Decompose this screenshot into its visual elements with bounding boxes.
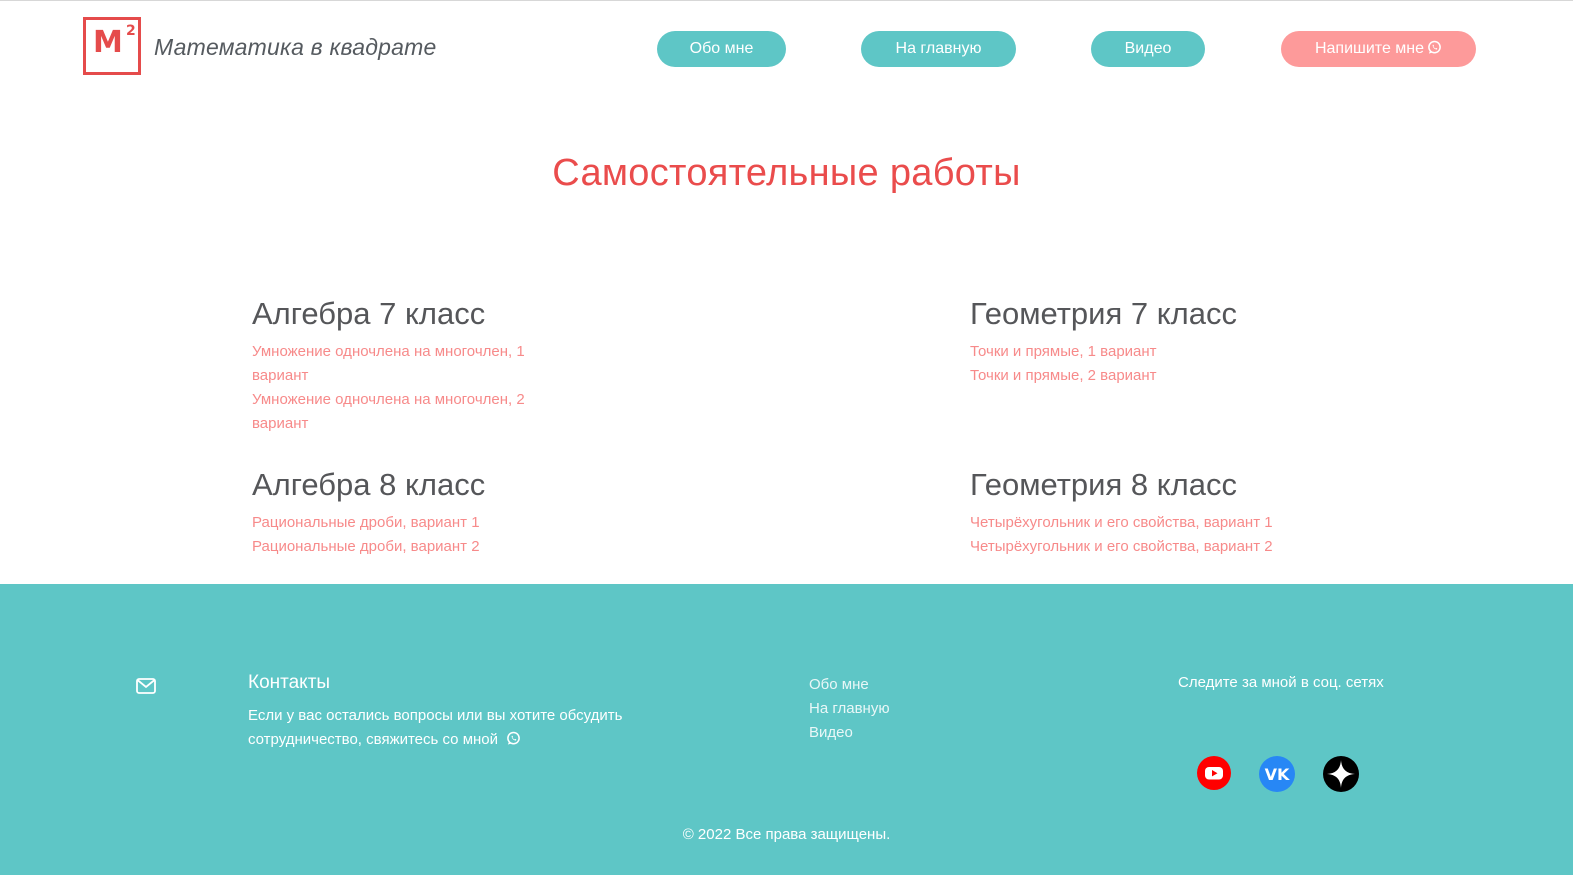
footer: Контакты Если у вас остались вопросы или…: [0, 584, 1573, 875]
worksheet-link[interactable]: Рациональные дроби, вариант 1: [252, 511, 552, 535]
worksheet-link[interactable]: Умножение одночлена на многочлен, 1 вари…: [252, 340, 552, 388]
section-title: Алгебра 8 класс: [252, 467, 486, 502]
worksheet-link[interactable]: Четырёхугольник и его свойства, вариант …: [970, 535, 1390, 559]
logo-superscript: 2: [126, 23, 136, 39]
worksheet-link[interactable]: Четырёхугольник и его свойства, вариант …: [970, 511, 1390, 535]
svg-text:VK: VK: [1265, 765, 1290, 784]
top-border: [0, 0, 1573, 1]
brand-name[interactable]: Математика в квадрате: [154, 34, 436, 61]
worksheet-link[interactable]: Точки и прямые, 2 вариант: [970, 364, 1390, 388]
worksheet-link[interactable]: Рациональные дроби, вариант 2: [252, 535, 552, 559]
youtube-icon[interactable]: [1197, 756, 1231, 790]
worksheet-link[interactable]: Точки и прямые, 1 вариант: [970, 340, 1390, 364]
section-title: Геометрия 7 класс: [970, 296, 1237, 331]
nav-button-about[interactable]: Обо мне: [657, 31, 786, 67]
whatsapp-icon[interactable]: [506, 730, 521, 754]
footer-link-video[interactable]: Видео: [809, 721, 890, 745]
footer-link-about[interactable]: Обо мне: [809, 673, 890, 697]
vk-icon[interactable]: VK: [1259, 756, 1295, 792]
nav-button-video[interactable]: Видео: [1091, 31, 1205, 67]
logo-letter: M: [93, 25, 123, 60]
social-title: Следите за мной в соц. сетях: [1178, 674, 1384, 691]
section-algebra-8: Алгебра 8 класс Рациональные дроби, вари…: [252, 465, 672, 559]
footer-link-home[interactable]: На главную: [809, 697, 890, 721]
contacts-text: Если у вас остались вопросы или вы хотит…: [248, 704, 688, 754]
footer-nav: Обо мне На главную Видео: [809, 673, 890, 745]
page-title: Самостоятельные работы: [552, 152, 1021, 194]
write-me-label: Напишите мне: [1314, 40, 1425, 57]
section-algebra-7: Алгебра 7 класс Умножение одночлена на м…: [252, 294, 672, 436]
section-geometry-7: Геометрия 7 класс Точки и прямые, 1 вари…: [970, 294, 1390, 388]
copyright: © 2022 Все права защищены.: [682, 826, 891, 843]
dzen-icon[interactable]: [1323, 756, 1359, 792]
logo[interactable]: M 2: [83, 17, 141, 75]
section-title: Геометрия 8 класс: [970, 467, 1237, 502]
section-title: Алгебра 7 класс: [252, 296, 486, 331]
contacts-title: Контакты: [248, 672, 331, 693]
contacts-message: Если у вас остались вопросы или вы хотит…: [248, 707, 623, 748]
nav-button-home[interactable]: На главную: [861, 31, 1016, 67]
section-geometry-8: Геометрия 8 класс Четырёхугольник и его …: [970, 465, 1390, 559]
mail-icon: [135, 677, 157, 695]
write-me-button[interactable]: Напишите мне: [1281, 31, 1476, 67]
worksheet-link[interactable]: Умножение одночлена на многочлен, 2 вари…: [252, 388, 552, 436]
whatsapp-icon: [1427, 33, 1442, 69]
